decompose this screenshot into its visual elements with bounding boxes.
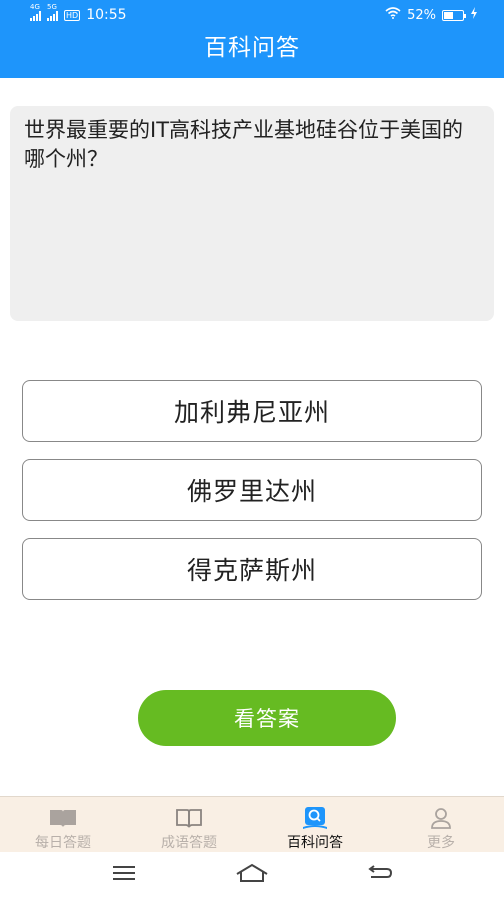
home-nav-button[interactable] [232,860,272,890]
view-answer-button[interactable]: 看答案 [138,690,396,746]
tab-label: 成语答题 [161,835,217,851]
option-label: 加利弗尼亚州 [173,398,330,427]
encyclopedia-icon [302,807,328,829]
option-button-3[interactable]: 得克萨斯州 [22,538,482,600]
battery-percent: 52% [407,7,436,23]
book-outline-icon [175,807,203,829]
home-icon [235,863,269,887]
option-label: 佛罗里达州 [186,477,317,506]
status-right: 52% [385,7,478,23]
question-text: 世界最重要的IT高科技产业基地硅谷位于美国的哪个州？ [24,118,464,171]
option-button-1[interactable]: 加利弗尼亚州 [22,380,482,442]
view-answer-label: 看答案 [234,707,300,731]
network-type-label-2: 5G [47,3,57,11]
tab-label: 更多 [427,835,455,851]
back-nav-button[interactable] [360,860,400,890]
person-icon [430,807,452,829]
app-header: 4G 5G HD 10:55 52% 百科问答 [0,0,504,78]
back-icon [367,864,393,886]
open-book-icon [48,807,78,829]
network-type-label: 4G [30,3,40,11]
status-time: 10:55 [86,7,127,23]
tab-daily-quiz[interactable]: 每日答题 [0,797,126,852]
charging-icon [470,7,478,23]
hd-badge: HD [64,9,81,21]
tab-label: 每日答题 [35,835,91,851]
signal-icon-2: 5G [47,3,58,21]
tab-label: 百科问答 [287,835,343,851]
status-bar: 4G 5G HD 10:55 52% [0,0,504,30]
status-left: 4G 5G HD 10:55 [30,3,127,23]
tab-encyclopedia-quiz[interactable]: 百科问答 [252,797,378,852]
tab-idiom-quiz[interactable]: 成语答题 [126,797,252,852]
tab-more[interactable]: 更多 [378,797,504,852]
menu-nav-button[interactable] [104,860,144,890]
menu-icon [111,864,137,886]
battery-icon [442,9,466,21]
question-card: 世界最重要的IT高科技产业基地硅谷位于美国的哪个州？ [10,106,494,321]
page-title: 百科问答 [204,35,300,61]
wifi-icon [385,7,401,23]
option-label: 得克萨斯州 [186,556,317,585]
option-button-2[interactable]: 佛罗里达州 [22,459,482,521]
bottom-tab-bar: 每日答题 成语答题 百科问答 更多 [0,796,504,852]
system-nav-bar [0,852,504,898]
signal-icon: 4G [30,3,41,21]
